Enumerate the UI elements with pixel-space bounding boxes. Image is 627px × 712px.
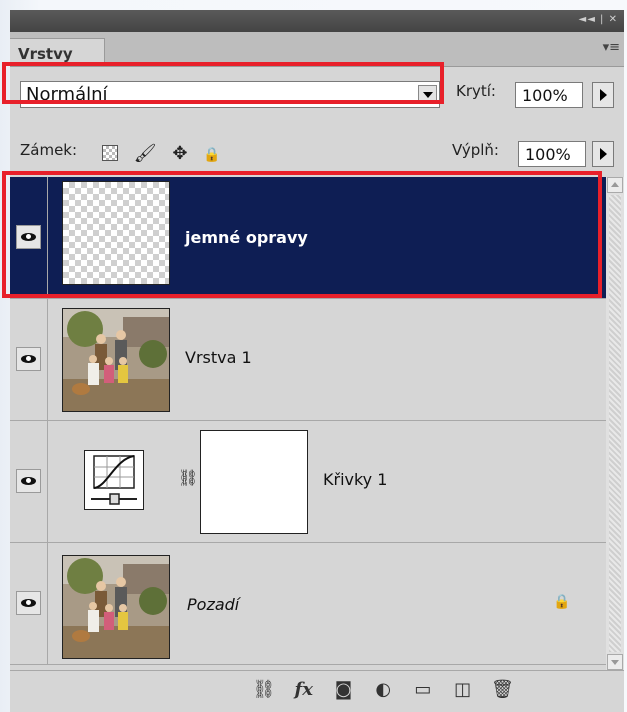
opacity-slider-button[interactable] [592, 82, 614, 108]
layers-scrollbar[interactable] [606, 177, 624, 670]
new-layer-icon[interactable]: ◫ [446, 679, 480, 700]
lock-transparency-icon[interactable] [102, 145, 118, 161]
visibility-eye-icon[interactable] [16, 591, 41, 615]
visibility-eye-icon[interactable] [16, 469, 41, 493]
link-icon[interactable]: ⛓ [247, 679, 281, 700]
layer-row-vrstva-1[interactable]: Vrstva 1 [10, 299, 606, 421]
layer-row-pozadi[interactable]: Pozadí 🔒 [10, 543, 606, 665]
lock-label: Zámek: [20, 141, 78, 159]
row-divider [47, 421, 48, 542]
family-photo-icon [63, 556, 169, 658]
opacity-label: Krytí: [456, 82, 496, 100]
window-controls[interactable]: ◄◄ | ✕ [579, 14, 619, 25]
row-divider [47, 543, 48, 664]
lock-all-icon[interactable]: 🔒 [203, 147, 220, 163]
blend-mode-highlight [2, 62, 444, 104]
trash-icon[interactable]: 🗑 [485, 679, 519, 700]
fill-slider-button[interactable] [592, 141, 614, 167]
layer-name[interactable]: Křivky 1 [323, 470, 387, 489]
mask-link-icon[interactable]: ⛓ [178, 468, 198, 487]
layer-thumbnail-photo [62, 308, 170, 412]
curves-graph-icon [91, 455, 137, 505]
row-divider [47, 299, 48, 420]
lock-icons: 🖌 ✥ 🔒 [102, 143, 231, 164]
visibility-eye-icon[interactable] [16, 347, 41, 371]
fill-label: Výplň: [452, 141, 499, 159]
layer-mask-thumbnail[interactable] [200, 430, 308, 534]
layer-row-krivky-1[interactable]: ⛓ Křivky 1 [10, 421, 606, 543]
fx-icon[interactable]: fx [287, 679, 321, 700]
layer-name[interactable]: Pozadí [187, 595, 239, 614]
layers-bottom-toolbar: ⛓ fx ◙ ◐ ▭ ◫ 🗑 [10, 670, 624, 712]
fill-input[interactable]: 100% [518, 141, 586, 167]
lock-icon: 🔒 [553, 594, 571, 610]
family-photo-icon [63, 309, 169, 411]
panel-menu-icon[interactable]: ▾≡ [603, 40, 620, 55]
mask-icon[interactable]: ◙ [326, 679, 360, 700]
opacity-input[interactable]: 100% [515, 82, 583, 108]
adjustment-icon[interactable]: ◐ [366, 679, 400, 700]
folder-icon[interactable]: ▭ [406, 679, 440, 700]
lock-position-icon[interactable]: ✥ [172, 143, 187, 164]
scroll-up-icon[interactable] [607, 177, 623, 193]
selected-layer-highlight [2, 171, 602, 298]
panel-titlebar: ◄◄ | ✕ [10, 10, 624, 32]
layer-name[interactable]: Vrstva 1 [185, 348, 252, 367]
curves-adjustment-icon [84, 450, 144, 510]
scroll-track[interactable] [609, 195, 621, 652]
layer-thumbnail-photo [62, 555, 170, 659]
lock-brush-icon[interactable]: 🖌 [134, 143, 157, 164]
layers-panel: ◄◄ | ✕ Vrstvy ▾≡ Normální Krytí: 100% Zá… [10, 10, 624, 712]
scroll-down-icon[interactable] [607, 654, 623, 670]
